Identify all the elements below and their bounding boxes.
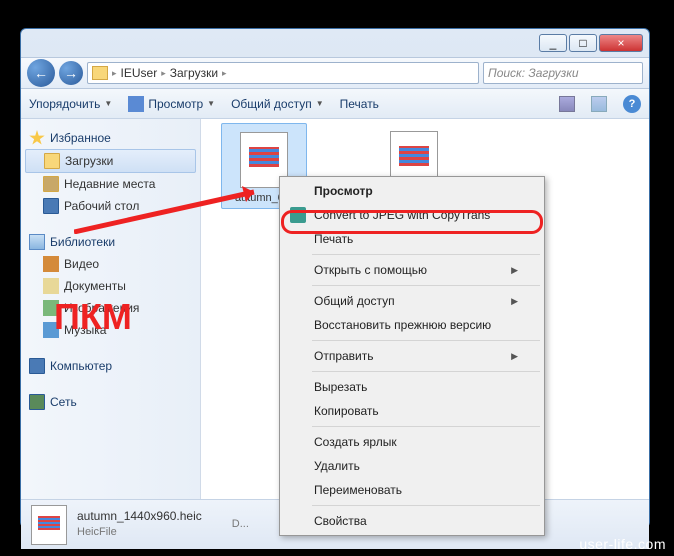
network-icon [29,394,45,410]
ctx-open-with[interactable]: Открыть с помощью▶ [282,258,542,282]
ctx-print[interactable]: Печать [282,227,542,251]
chevron-down-icon: ▼ [316,99,324,108]
ctx-delete[interactable]: Удалить [282,454,542,478]
nav-bar: ← → ▸ IEUser ▸ Загрузки ▸ Поиск: Загрузк… [21,57,649,89]
ctx-properties[interactable]: Свойства [282,509,542,533]
sidebar-computer[interactable]: Компьютер [25,355,196,377]
sidebar-favorites-header[interactable]: Избранное [25,127,196,149]
sidebar-item-documents[interactable]: Документы [25,275,196,297]
watermark: user-life.com [579,536,666,552]
annotation-label: ПКМ [54,296,132,338]
library-icon [29,234,45,250]
search-input[interactable]: Поиск: Загрузки [483,62,643,84]
breadcrumb-item[interactable]: IEUser [121,66,158,80]
video-icon [43,256,59,272]
ctx-preview[interactable]: Просмотр [282,179,542,203]
status-filetype: HeicFile [77,525,202,540]
separator [312,371,540,372]
organize-button[interactable]: Упорядочить ▼ [29,97,112,111]
maximize-button[interactable]: □ [569,34,597,52]
ctx-rename[interactable]: Переименовать [282,478,542,502]
breadcrumb-item[interactable]: Загрузки [170,66,218,80]
ctx-convert-copytrans[interactable]: Convert to JPEG with CopyTrans [282,203,542,227]
sidebar-item-downloads[interactable]: Загрузки [25,149,196,173]
address-bar[interactable]: ▸ IEUser ▸ Загрузки ▸ [87,62,479,84]
close-button[interactable]: × [599,34,643,52]
chevron-right-icon: ▸ [222,68,227,79]
search-placeholder: Поиск: Загрузки [488,66,579,80]
ctx-share[interactable]: Общий доступ▶ [282,289,542,313]
forward-button[interactable]: → [59,61,83,85]
folder-icon [43,176,59,192]
ctx-send-to[interactable]: Отправить▶ [282,344,542,368]
separator [312,285,540,286]
document-icon [43,278,59,294]
chevron-right-icon: ▸ [161,68,166,79]
ctx-restore-version[interactable]: Восстановить прежнюю версию [282,313,542,337]
desktop-icon [43,198,59,214]
preview-icon [128,96,144,112]
help-button[interactable]: ? [623,95,641,113]
separator [312,426,540,427]
view-icon[interactable] [559,96,575,112]
folder-icon [92,66,108,80]
context-menu: Просмотр Convert to JPEG with CopyTrans … [279,176,545,536]
chevron-right-icon: ▶ [511,351,518,362]
separator [312,505,540,506]
share-button[interactable]: Общий доступ ▼ [231,97,324,111]
separator [312,340,540,341]
chevron-right-icon: ▶ [511,265,518,276]
copytrans-icon [290,207,306,223]
sidebar-network[interactable]: Сеть [25,391,196,413]
back-button[interactable]: ← [27,59,55,87]
ctx-cut[interactable]: Вырезать [282,375,542,399]
star-icon [29,130,45,146]
pane-icon[interactable] [591,96,607,112]
preview-button[interactable]: Просмотр ▼ [128,96,215,112]
sidebar-item-video[interactable]: Видео [25,253,196,275]
ctx-copy[interactable]: Копировать [282,399,542,423]
folder-icon [44,153,60,169]
chevron-right-icon: ▶ [511,296,518,307]
minimize-button[interactable]: _ [539,34,567,52]
sidebar-item-desktop[interactable]: Рабочий стол [25,195,196,217]
chevron-right-icon: ▸ [112,68,117,79]
computer-icon [29,358,45,374]
titlebar: _ □ × [21,29,649,57]
sidebar-libraries-header[interactable]: Библиотеки [25,231,196,253]
sidebar-item-recent[interactable]: Недавние места [25,173,196,195]
status-file-icon [31,505,67,545]
separator [312,254,540,255]
ctx-create-shortcut[interactable]: Создать ярлык [282,430,542,454]
status-filename: autumn_1440x960.heic [77,508,202,525]
status-date-label: D... [232,517,249,532]
chevron-down-icon: ▼ [104,99,112,108]
print-button[interactable]: Печать [340,97,379,111]
chevron-down-icon: ▼ [207,99,215,108]
toolbar: Упорядочить ▼ Просмотр ▼ Общий доступ ▼ … [21,89,649,119]
